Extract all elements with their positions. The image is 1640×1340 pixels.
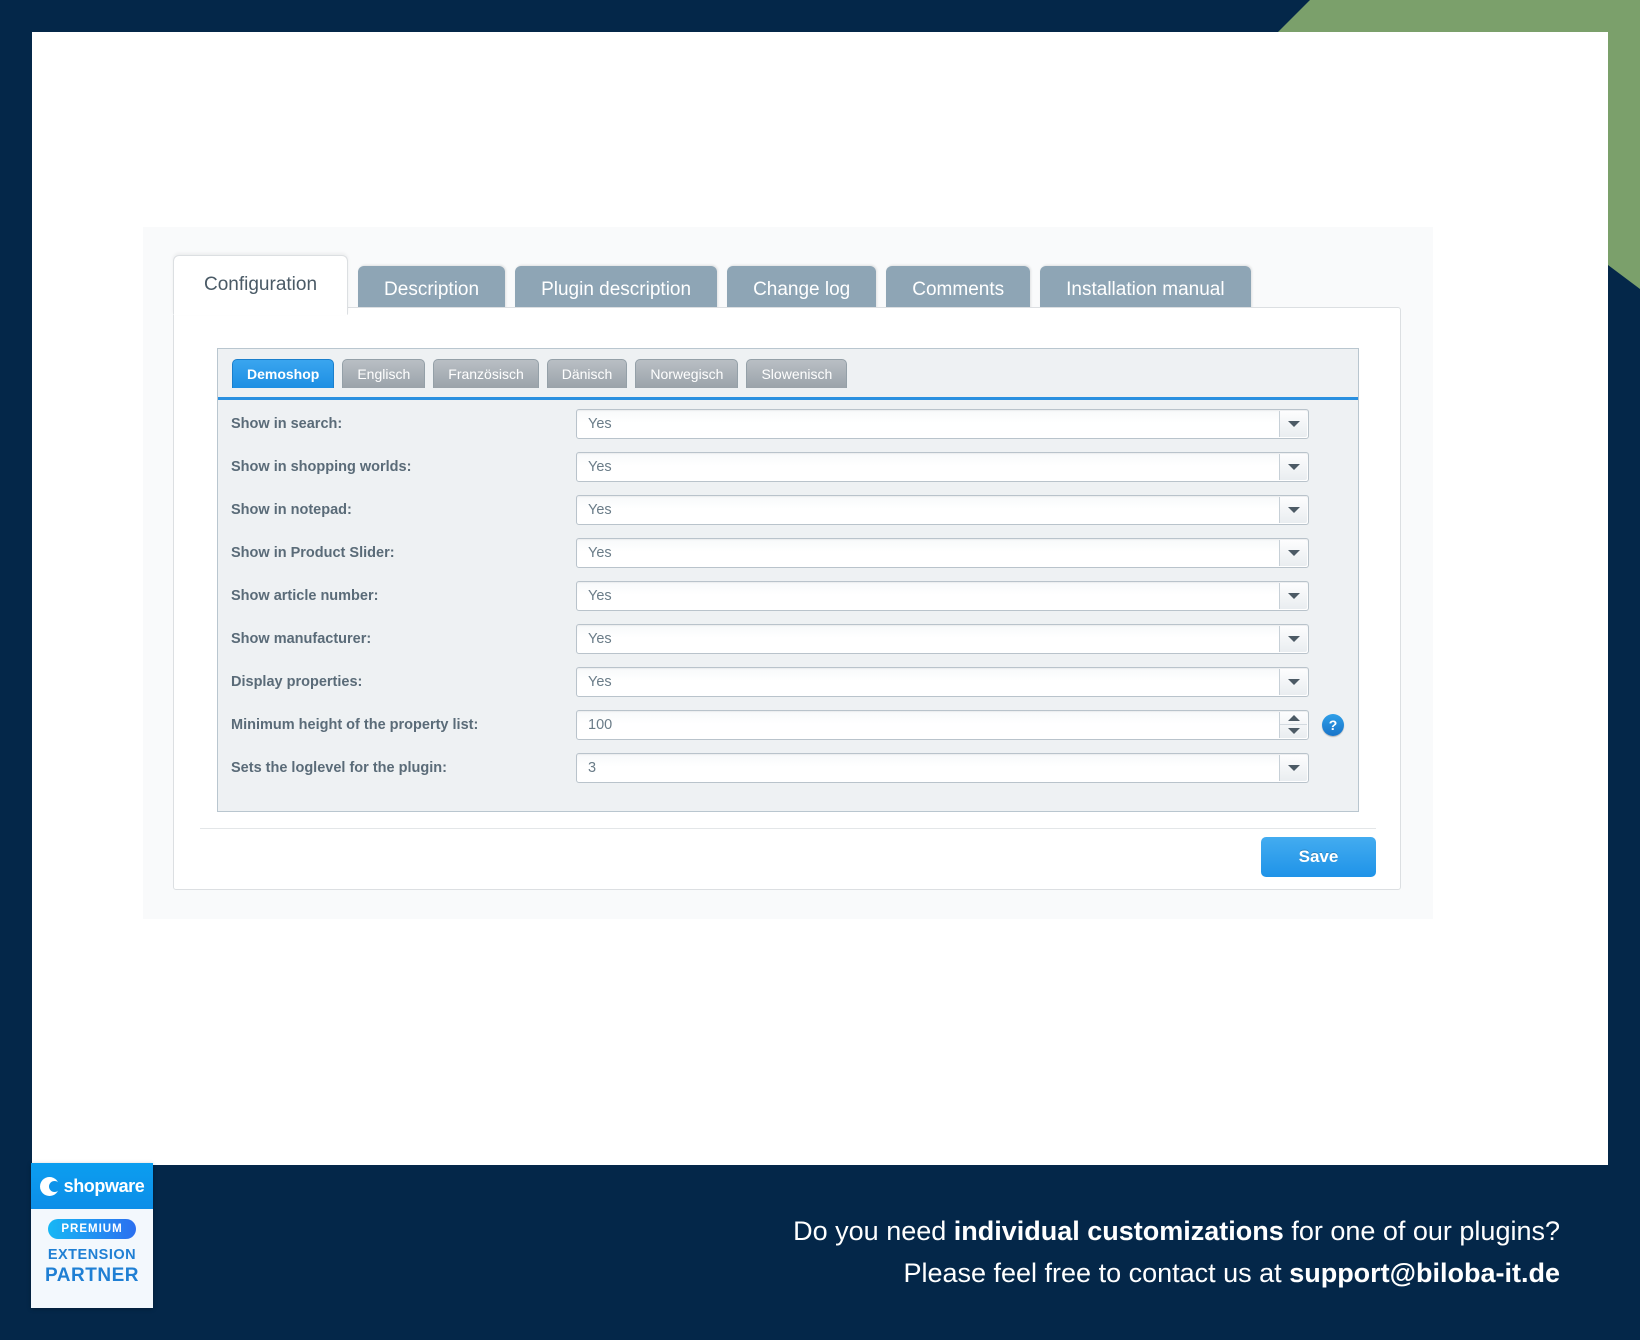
chevron-down-icon[interactable]	[1279, 625, 1307, 652]
lang-tab-norwegisch-label: Norwegisch	[650, 366, 724, 382]
label-show-in-product-slider: Show in Product Slider:	[231, 544, 395, 561]
shopware-partner-badge: shopware PREMIUM EXTENSION PARTNER	[31, 1163, 153, 1308]
select-display-properties[interactable]: Yes	[576, 666, 1309, 697]
select-show-manufacturer-value: Yes	[588, 630, 612, 647]
badge-extension-label: EXTENSION	[47, 1247, 137, 1263]
tab-plugin-description-label: Plugin description	[541, 279, 692, 300]
select-show-in-shopping-worlds[interactable]: Yes	[576, 451, 1309, 482]
cta-line-1-part-a: Do you need	[793, 1215, 954, 1246]
select-show-in-product-slider[interactable]: Yes	[576, 537, 1309, 568]
lang-tab-daenisch[interactable]: Dänisch	[546, 359, 628, 388]
lang-tab-franzoesisch-label: Französisch	[448, 366, 524, 382]
tab-description-label: Description	[384, 279, 480, 300]
label-show-manufacturer: Show manufacturer:	[231, 630, 372, 647]
panel-footer: Save	[200, 828, 1376, 885]
select-show-in-search-value: Yes	[588, 415, 612, 432]
page-root: Configuration Description Plugin descrip…	[0, 0, 1640, 1340]
stepper-up-icon[interactable]	[1280, 712, 1307, 725]
lang-tab-slowenisch-label: Slowenisch	[761, 366, 833, 382]
tab-installation-manual-label: Installation manual	[1066, 279, 1225, 300]
shopware-logo-icon	[39, 1176, 60, 1196]
lang-tab-englisch[interactable]: Englisch	[342, 359, 426, 388]
select-show-article-number-value: Yes	[588, 587, 612, 604]
contact-cta: Do you need individual customizations fo…	[0, 1165, 1586, 1340]
form-row-show-in-notepad: Show in notepad: Yes	[218, 488, 1358, 531]
form-row-show-in-product-slider: Show in Product Slider: Yes	[218, 531, 1358, 574]
lang-tab-demoshop[interactable]: Demoshop	[232, 359, 335, 388]
form-row-display-properties: Display properties: Yes	[218, 660, 1358, 703]
form-row-show-article-number: Show article number: Yes	[218, 574, 1358, 617]
input-minimum-height-value: 100	[588, 716, 613, 733]
support-email[interactable]: support@biloba-it.de	[1289, 1258, 1560, 1288]
chevron-down-icon[interactable]	[1279, 410, 1307, 437]
input-minimum-height-of-property-list[interactable]: 100	[576, 709, 1309, 740]
language-tab-underline	[218, 397, 1358, 400]
decor-top-green-notch	[1278, 0, 1310, 32]
select-show-in-product-slider-value: Yes	[588, 544, 612, 561]
tab-configuration-label: Configuration	[204, 274, 318, 295]
form-row-minimum-height: Minimum height of the property list: 100…	[218, 703, 1358, 746]
lang-tab-englisch-label: Englisch	[357, 366, 411, 382]
label-minimum-height-of-property-list: Minimum height of the property list:	[231, 716, 479, 733]
tab-comments-label: Comments	[912, 279, 1005, 300]
select-loglevel[interactable]: 3	[576, 752, 1309, 783]
cta-line-1: Do you need individual customizations fo…	[793, 1211, 1560, 1253]
lang-tab-franzoesisch[interactable]: Französisch	[433, 359, 539, 388]
decor-right-green-accent	[1608, 0, 1640, 273]
lang-tab-norwegisch[interactable]: Norwegisch	[635, 359, 739, 388]
form-row-show-in-shopping-worlds: Show in shopping worlds: Yes	[218, 445, 1358, 488]
select-loglevel-value: 3	[588, 759, 597, 776]
language-tabbar: Demoshop Englisch Französisch Dänisch No…	[232, 359, 848, 388]
cta-line-2: Please feel free to contact us at suppor…	[903, 1253, 1560, 1295]
tab-change-log-label: Change log	[753, 279, 851, 300]
chevron-down-icon[interactable]	[1279, 539, 1307, 566]
badge-header: shopware	[31, 1163, 153, 1209]
label-show-in-shopping-worlds: Show in shopping worlds:	[231, 458, 412, 475]
chevron-down-icon[interactable]	[1279, 754, 1307, 781]
shopware-wordmark: shopware	[63, 1175, 145, 1196]
select-show-in-notepad-value: Yes	[588, 501, 612, 518]
cta-line-1-part-c: for one of our plugins?	[1283, 1215, 1560, 1246]
chevron-down-icon[interactable]	[1279, 668, 1307, 695]
label-show-in-search: Show in search:	[231, 415, 343, 432]
select-display-properties-value: Yes	[588, 673, 612, 690]
cta-line-1-emphasis: individual customizations	[953, 1215, 1284, 1246]
chevron-down-icon[interactable]	[1279, 582, 1307, 609]
stepper-down-icon[interactable]	[1280, 724, 1307, 738]
main-tabbar: Configuration Description Plugin descrip…	[173, 255, 1251, 315]
decor-right-notch	[1608, 265, 1640, 289]
form-row-show-in-search: Show in search: Yes	[218, 402, 1358, 445]
label-sets-the-loglevel-for-the-plugin: Sets the loglevel for the plugin:	[231, 759, 447, 776]
lang-tab-demoshop-label: Demoshop	[247, 366, 320, 382]
chevron-down-icon[interactable]	[1279, 453, 1307, 480]
save-button[interactable]: Save	[1261, 837, 1376, 877]
lang-tab-daenisch-label: Dänisch	[561, 366, 613, 382]
select-show-in-notepad[interactable]: Yes	[576, 494, 1309, 525]
select-show-article-number[interactable]: Yes	[576, 580, 1309, 611]
select-show-in-shopping-worlds-value: Yes	[588, 458, 612, 475]
select-show-manufacturer[interactable]: Yes	[576, 623, 1309, 654]
settings-form: Show in search: Yes Show in shopping wor…	[218, 402, 1358, 789]
select-show-in-search[interactable]: Yes	[576, 408, 1309, 439]
chevron-down-icon[interactable]	[1279, 496, 1307, 523]
tab-configuration[interactable]: Configuration	[173, 255, 349, 315]
badge-partner-label: PARTNER	[45, 1265, 139, 1286]
configuration-panel: Demoshop Englisch Französisch Dänisch No…	[173, 307, 1401, 890]
badge-premium-pill: PREMIUM	[48, 1219, 136, 1239]
decor-top-green-accent	[1310, 0, 1640, 32]
form-row-show-manufacturer: Show manufacturer: Yes	[218, 617, 1358, 660]
label-display-properties: Display properties:	[231, 673, 363, 690]
quantity-stepper[interactable]	[1279, 711, 1307, 738]
help-icon[interactable]: ?	[1322, 713, 1344, 736]
configuration-form-box: Demoshop Englisch Französisch Dänisch No…	[217, 348, 1359, 812]
label-show-article-number: Show article number:	[231, 587, 379, 604]
plugin-manager-card: Configuration Description Plugin descrip…	[143, 227, 1433, 919]
form-row-loglevel: Sets the loglevel for the plugin: 3	[218, 746, 1358, 789]
lang-tab-slowenisch[interactable]: Slowenisch	[746, 359, 848, 388]
decor-left-bar	[0, 0, 32, 1170]
label-show-in-notepad: Show in notepad:	[231, 501, 352, 518]
cta-line-2-part-a: Please feel free to contact us at	[903, 1257, 1290, 1288]
badge-body: PREMIUM EXTENSION PARTNER	[31, 1209, 153, 1287]
